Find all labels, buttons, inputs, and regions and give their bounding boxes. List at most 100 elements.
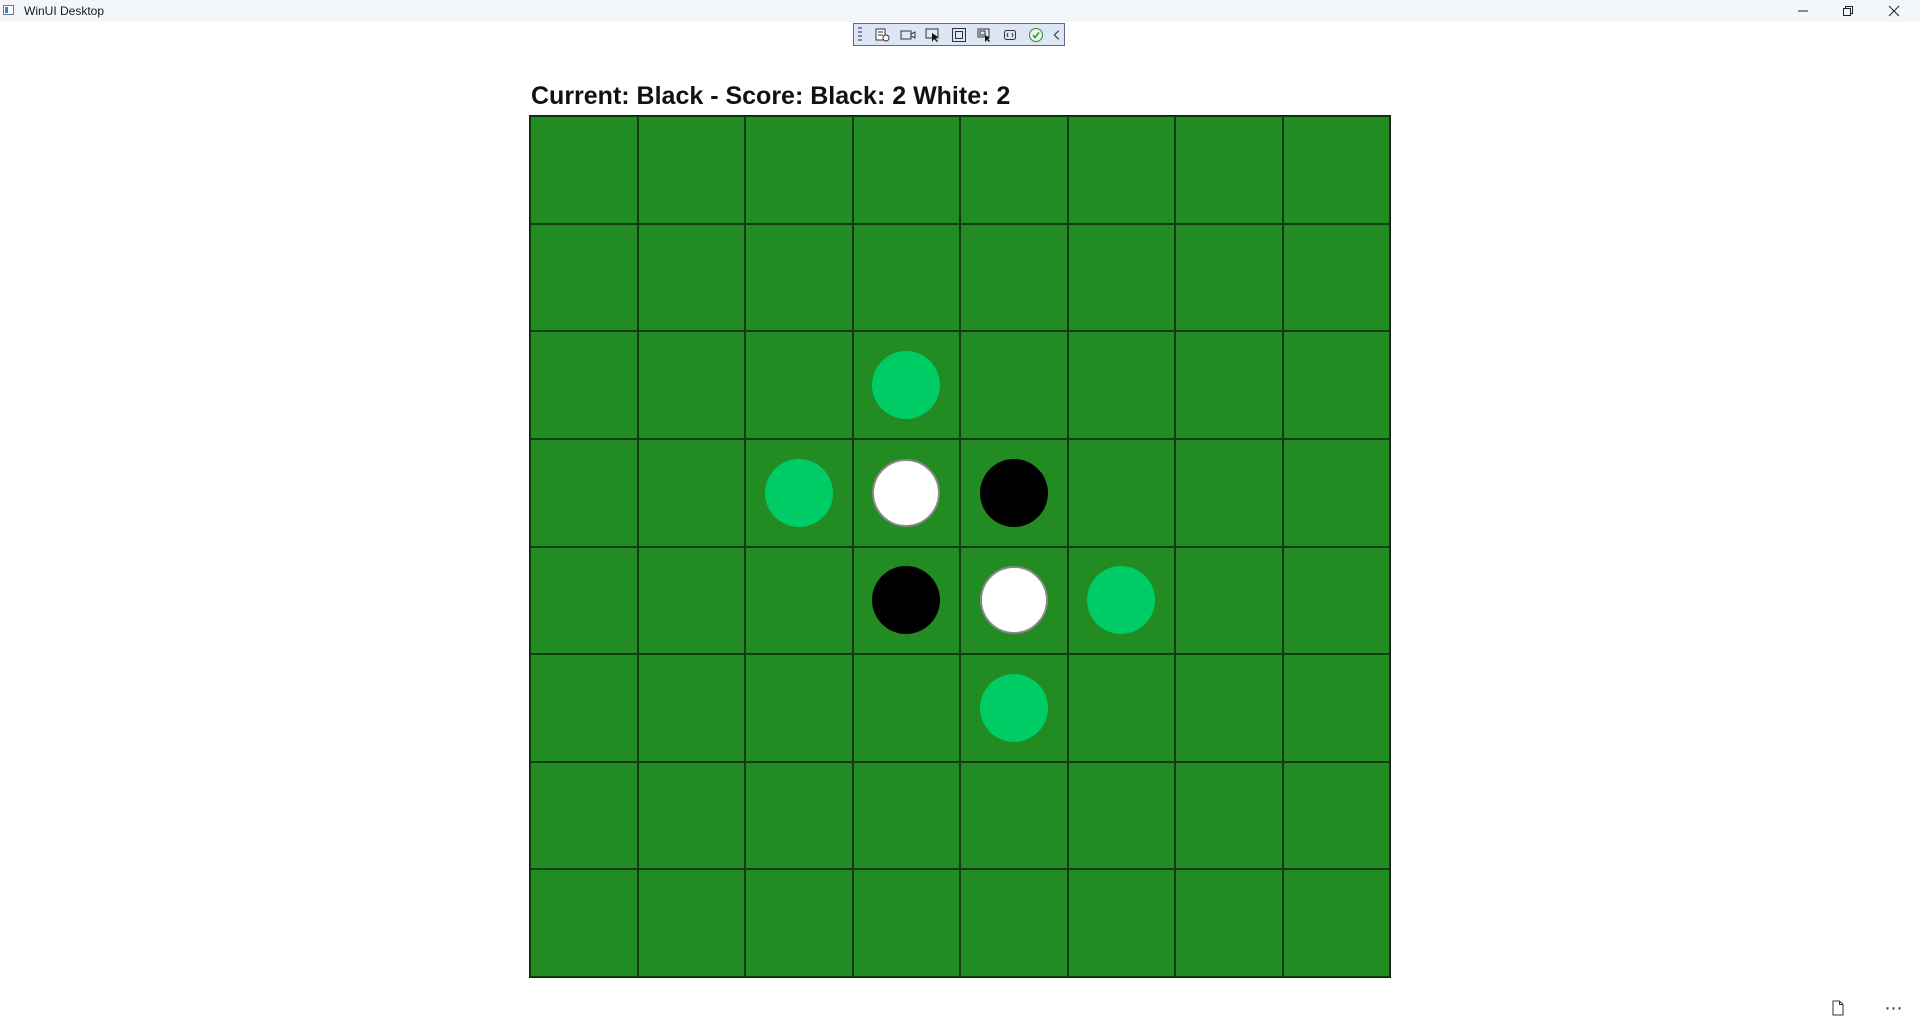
document-icon bbox=[1832, 1000, 1844, 1016]
board-cell-r5-c4[interactable] bbox=[960, 654, 1068, 762]
board-cell-r2-c5[interactable] bbox=[1067, 331, 1175, 439]
board-cell-r0-c4[interactable] bbox=[960, 116, 1068, 224]
binding-failures-button[interactable] bbox=[999, 25, 1023, 44]
valid-move-hint[interactable] bbox=[1087, 566, 1156, 635]
board-cell-r1-c0[interactable] bbox=[530, 223, 638, 332]
valid-move-hint[interactable] bbox=[872, 351, 941, 420]
board-cell-r4-c0[interactable] bbox=[530, 546, 638, 655]
select-element-icon bbox=[925, 28, 939, 42]
board-cell-r6-c6[interactable] bbox=[1175, 761, 1283, 870]
board-cell-r5-c6[interactable] bbox=[1175, 654, 1283, 762]
board-cell-r4-c5[interactable] bbox=[1067, 546, 1175, 655]
board-cell-r0-c1[interactable] bbox=[637, 116, 745, 224]
board-cell-r2-c1[interactable] bbox=[637, 331, 745, 439]
board-cell-r3-c0[interactable] bbox=[530, 438, 638, 547]
board-cell-r0-c2[interactable] bbox=[745, 116, 853, 224]
board-cell-r2-c6[interactable] bbox=[1175, 331, 1283, 439]
board-cell-r5-c5[interactable] bbox=[1067, 654, 1175, 762]
board-cell-r3-c3[interactable] bbox=[852, 438, 960, 547]
board-cell-r2-c2[interactable] bbox=[745, 331, 853, 439]
record-button[interactable] bbox=[896, 25, 920, 44]
board-cell-r7-c5[interactable] bbox=[1067, 869, 1175, 977]
board-cell-r2-c7[interactable] bbox=[1282, 331, 1390, 439]
board-cell-r4-c3[interactable] bbox=[852, 546, 960, 655]
accessibility-check-icon bbox=[1029, 27, 1044, 42]
board-cell-r1-c5[interactable] bbox=[1067, 223, 1175, 332]
board-cell-r1-c1[interactable] bbox=[637, 223, 745, 332]
board-cell-r1-c3[interactable] bbox=[852, 223, 960, 332]
board-cell-r5-c3[interactable] bbox=[852, 654, 960, 762]
board-cell-r2-c4[interactable] bbox=[960, 331, 1068, 439]
live-visual-tree-button[interactable] bbox=[870, 25, 894, 44]
board-cell-r2-c3[interactable] bbox=[852, 331, 960, 439]
board-cell-r6-c1[interactable] bbox=[637, 761, 745, 870]
board-cell-r0-c6[interactable] bbox=[1175, 116, 1283, 224]
record-icon bbox=[900, 30, 916, 39]
close-button[interactable] bbox=[1871, 0, 1917, 22]
black-disc bbox=[872, 566, 941, 635]
board-cell-r0-c0[interactable] bbox=[530, 116, 638, 224]
document-button[interactable] bbox=[1828, 998, 1848, 1018]
board-cell-r0-c3[interactable] bbox=[852, 116, 960, 224]
board-cell-r7-c3[interactable] bbox=[852, 869, 960, 977]
board-cell-r3-c4[interactable] bbox=[960, 438, 1068, 547]
more-options-button[interactable]: ⋯ bbox=[1884, 998, 1904, 1018]
board-cell-r0-c5[interactable] bbox=[1067, 116, 1175, 224]
app-window: WinUI Desktop Current: Black - Score: Bl… bbox=[0, 0, 1920, 1032]
valid-move-hint[interactable] bbox=[764, 458, 833, 527]
live-visual-tree-icon bbox=[875, 28, 890, 41]
board-cell-r3-c6[interactable] bbox=[1175, 438, 1283, 547]
board-cell-r7-c7[interactable] bbox=[1282, 869, 1390, 977]
maximize-button[interactable] bbox=[1825, 0, 1871, 22]
board-cell-r6-c3[interactable] bbox=[852, 761, 960, 870]
board-cell-r6-c2[interactable] bbox=[745, 761, 853, 870]
board-cell-r4-c2[interactable] bbox=[745, 546, 853, 655]
restore-icon bbox=[1843, 6, 1853, 16]
minimize-icon bbox=[1798, 10, 1808, 12]
track-focus-icon bbox=[977, 28, 990, 42]
board-cell-r1-c6[interactable] bbox=[1175, 223, 1283, 332]
board-cell-r7-c0[interactable] bbox=[530, 869, 638, 977]
select-element-button[interactable] bbox=[921, 25, 945, 44]
board-cell-r6-c7[interactable] bbox=[1282, 761, 1390, 870]
track-focus-button[interactable] bbox=[973, 25, 997, 44]
board-cell-r3-c2[interactable] bbox=[745, 438, 853, 547]
minimize-button[interactable] bbox=[1780, 0, 1826, 22]
window-title: WinUI Desktop bbox=[24, 4, 105, 18]
board-cell-r3-c7[interactable] bbox=[1282, 438, 1390, 547]
board-cell-r5-c1[interactable] bbox=[637, 654, 745, 762]
white-disc bbox=[979, 566, 1048, 635]
app-icon bbox=[3, 5, 14, 15]
board-cell-r4-c6[interactable] bbox=[1175, 546, 1283, 655]
collapse-toolbar-button[interactable] bbox=[1050, 25, 1064, 44]
board-cell-r4-c7[interactable] bbox=[1282, 546, 1390, 655]
board-cell-r6-c0[interactable] bbox=[530, 761, 638, 870]
title-bar[interactable]: WinUI Desktop bbox=[0, 0, 1920, 22]
board-cell-r6-c4[interactable] bbox=[960, 761, 1068, 870]
board-cell-r3-c1[interactable] bbox=[637, 438, 745, 547]
board-cell-r0-c7[interactable] bbox=[1282, 116, 1390, 224]
board-cell-r5-c2[interactable] bbox=[745, 654, 853, 762]
board-cell-r4-c1[interactable] bbox=[637, 546, 745, 655]
board-cell-r1-c2[interactable] bbox=[745, 223, 853, 332]
valid-move-hint[interactable] bbox=[979, 673, 1048, 742]
display-layout-adorners-icon bbox=[951, 27, 966, 42]
board-cell-r7-c2[interactable] bbox=[745, 869, 853, 977]
toolbar-grip[interactable] bbox=[858, 27, 862, 42]
board-cell-r1-c7[interactable] bbox=[1282, 223, 1390, 332]
game-status: Current: Black - Score: Black: 2 White: … bbox=[531, 82, 1011, 110]
accessibility-check-button[interactable] bbox=[1024, 25, 1048, 44]
board-cell-r4-c4[interactable] bbox=[960, 546, 1068, 655]
board-cell-r5-c0[interactable] bbox=[530, 654, 638, 762]
board-cell-r7-c4[interactable] bbox=[960, 869, 1068, 977]
board-cell-r5-c7[interactable] bbox=[1282, 654, 1390, 762]
board-cell-r7-c1[interactable] bbox=[637, 869, 745, 977]
more-icon: ⋯ bbox=[1884, 997, 1904, 1018]
close-icon bbox=[1888, 5, 1900, 17]
board-cell-r2-c0[interactable] bbox=[530, 331, 638, 439]
board-cell-r7-c6[interactable] bbox=[1175, 869, 1283, 977]
board-cell-r1-c4[interactable] bbox=[960, 223, 1068, 332]
board-cell-r6-c5[interactable] bbox=[1067, 761, 1175, 870]
board-cell-r3-c5[interactable] bbox=[1067, 438, 1175, 547]
layout-adorners-button[interactable] bbox=[947, 25, 971, 44]
